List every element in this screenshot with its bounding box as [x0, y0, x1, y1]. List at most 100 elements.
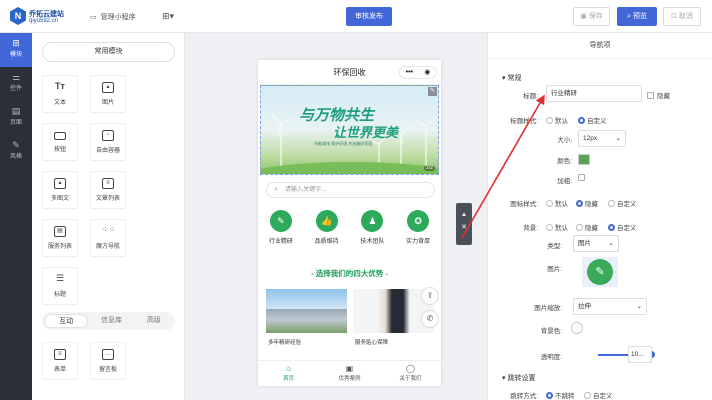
color-swatch[interactable] — [578, 154, 590, 165]
text-icon: Tт — [55, 81, 65, 91]
radio-label: 自定义 — [617, 225, 637, 232]
module-cube-nav[interactable]: ⁘⁘ 魔方导航 — [90, 219, 126, 257]
nav-item-style[interactable]: ✎ 风格 — [0, 135, 32, 169]
radio-icon — [578, 117, 585, 124]
module-label: 留言板 — [98, 367, 117, 373]
cases-icon: ▣ — [345, 364, 354, 373]
home-icon: ⌂ — [286, 364, 291, 373]
module-form[interactable]: ≡ 表单 — [42, 342, 78, 380]
bgcolor-picker[interactable] — [571, 322, 583, 334]
bottom-nav-home[interactable]: ⌂ 首页 — [258, 361, 319, 386]
module-label: 文本 — [53, 100, 66, 106]
cancel-button[interactable]: ⊡ 取消 — [663, 7, 701, 26]
nav-icon-preview[interactable]: ✎ — [582, 257, 618, 287]
edit-icon[interactable]: ✎ — [428, 87, 437, 96]
service-list-icon: ▤ — [54, 226, 66, 237]
nav-item-controls[interactable]: ⚌ 控件 — [0, 67, 32, 101]
category-label: 实力背厚 — [406, 239, 431, 245]
move-up-icon[interactable]: ▴ — [456, 208, 472, 221]
chevron-down-icon: ⌄ — [615, 135, 621, 142]
manage-label: 管理小程序 — [100, 14, 136, 21]
phone-icon[interactable]: ✆ — [421, 310, 439, 328]
jump-custom-radio[interactable]: 自定义 — [584, 390, 613, 400]
background-custom-radio[interactable]: 自定义 — [608, 222, 637, 232]
module-label: 按钮 — [53, 147, 66, 153]
preview-button[interactable]: ⌕ 预览 — [617, 7, 657, 26]
nav-label: 页面 — [9, 120, 22, 126]
common-modules-header[interactable]: 常用模块 — [42, 42, 175, 62]
image-scale-select[interactable]: 拉伸 ⌄ — [573, 298, 647, 315]
article-list-icon: ≡ — [102, 178, 114, 189]
title-style-custom-radio[interactable]: 自定义 — [578, 115, 607, 125]
radio-icon — [576, 200, 583, 207]
module-image[interactable]: ▴ 图片 — [90, 75, 126, 113]
radio-icon — [584, 392, 591, 399]
icon-style-custom-radio[interactable]: 自定义 — [608, 198, 637, 208]
team-icon: ♟ — [361, 210, 384, 232]
nav-item-pages[interactable]: ▤ 页面 — [0, 101, 32, 135]
module-button[interactable]: 按钮 — [42, 123, 78, 161]
card-item[interactable]: 多年精研经验 — [266, 289, 347, 346]
manage-miniprogram-button[interactable]: ▭ 管理小程序 — [90, 12, 136, 22]
bold-checkbox[interactable] — [578, 174, 588, 182]
title-style-default-radio[interactable]: 默认 — [546, 115, 568, 125]
module-heading[interactable]: ☰ 标题 — [42, 267, 78, 305]
bottom-nav-cases[interactable]: ▣ 优秀案例 — [319, 361, 380, 386]
delete-icon[interactable]: ✕ — [456, 221, 472, 234]
background-default-radio[interactable]: 默认 — [546, 222, 568, 232]
apps-grid-icon[interactable]: ⊞▾ — [162, 11, 174, 22]
save-label: 保存 — [588, 13, 603, 20]
jump-none-radio[interactable]: 不跳转 — [546, 390, 575, 400]
edit-note-icon: ✎ — [269, 210, 292, 232]
miniprogram-capsule[interactable]: ••• ◉ — [399, 66, 437, 79]
category-item[interactable]: 👍 品质维持 — [307, 210, 347, 245]
tab-advanced[interactable]: 高级 — [133, 312, 175, 330]
nav-item-modules[interactable]: ⊞ 模块 — [0, 33, 32, 67]
close-circle-icon: ◉ — [424, 69, 431, 76]
type-select[interactable]: 图片 ⌄ — [573, 235, 619, 252]
background-hide-radio[interactable]: 隐藏 — [576, 222, 598, 232]
opacity-input[interactable]: 10... — [628, 346, 652, 363]
module-label: 图片 — [101, 100, 114, 106]
module-multi-image-text[interactable]: ▴ 多图文 — [42, 171, 78, 209]
tab-info-library[interactable]: 信息库 — [90, 312, 132, 330]
size-select[interactable]: 12px ⌄ — [578, 130, 626, 147]
module-service-list[interactable]: ▤ 服务列表 — [42, 219, 78, 257]
tab-interactive[interactable]: 互动 — [44, 314, 89, 328]
form-icon: ≡ — [54, 349, 66, 360]
category-item[interactable]: ✎ 行业精研 — [261, 210, 301, 245]
opacity-label: 透明度: — [540, 354, 562, 361]
category-item[interactable]: ♟ 技术团队 — [352, 210, 392, 245]
category-label: 品质维持 — [314, 239, 339, 245]
component-toolbar: ▴ ✕ — [456, 203, 472, 245]
size-value: 12px — [583, 135, 598, 142]
bottom-nav-label: 优秀案例 — [338, 376, 361, 382]
module-text[interactable]: Tт 文本 — [42, 75, 78, 113]
bottom-nav-about[interactable]: ◯ 关于我们 — [380, 361, 441, 386]
more-icon: ••• — [405, 69, 413, 76]
publish-button[interactable]: 审核发布 — [346, 7, 392, 26]
hide-checkbox[interactable]: 隐藏 — [647, 90, 670, 100]
category-item[interactable]: ✪ 实力背厚 — [398, 210, 438, 245]
message-icon: … — [102, 349, 114, 360]
icon-style-default-radio[interactable]: 默认 — [546, 198, 568, 208]
phone-search-bar[interactable]: ⌕ 请输入关键字... — [266, 182, 435, 198]
type-label: 类型: — [547, 243, 562, 250]
share-icon[interactable]: ⇪ — [421, 287, 439, 305]
module-article-list[interactable]: ≡ 文章列表 — [90, 171, 126, 209]
thumbs-up-icon: 👍 — [315, 210, 338, 232]
module-message-board[interactable]: … 留言板 — [90, 342, 126, 380]
radio-icon — [546, 117, 553, 124]
radio-label: 不跳转 — [555, 393, 575, 400]
radio-icon — [546, 224, 553, 231]
banner-carousel[interactable]: 与万物共生 让世界更美 节能减排 保护环境 共创美好家园 ✎ 2/2 — [260, 85, 439, 175]
icon-style-hide-radio[interactable]: 隐藏 — [576, 198, 598, 208]
save-button[interactable]: ▣ 保存 — [573, 7, 610, 26]
section-jump[interactable]: ▾ 跳转设置 — [502, 373, 535, 383]
badge-icon: ✪ — [407, 210, 430, 232]
bottom-nav-label: 关于我们 — [399, 376, 422, 382]
bgcolor-label: 背景色: — [540, 328, 562, 335]
module-free-container[interactable]: ▫ 自由容器 — [90, 123, 126, 161]
section-general[interactable]: ▾ 常规 — [502, 73, 521, 83]
title-input[interactable]: 行业精研 — [546, 85, 642, 102]
